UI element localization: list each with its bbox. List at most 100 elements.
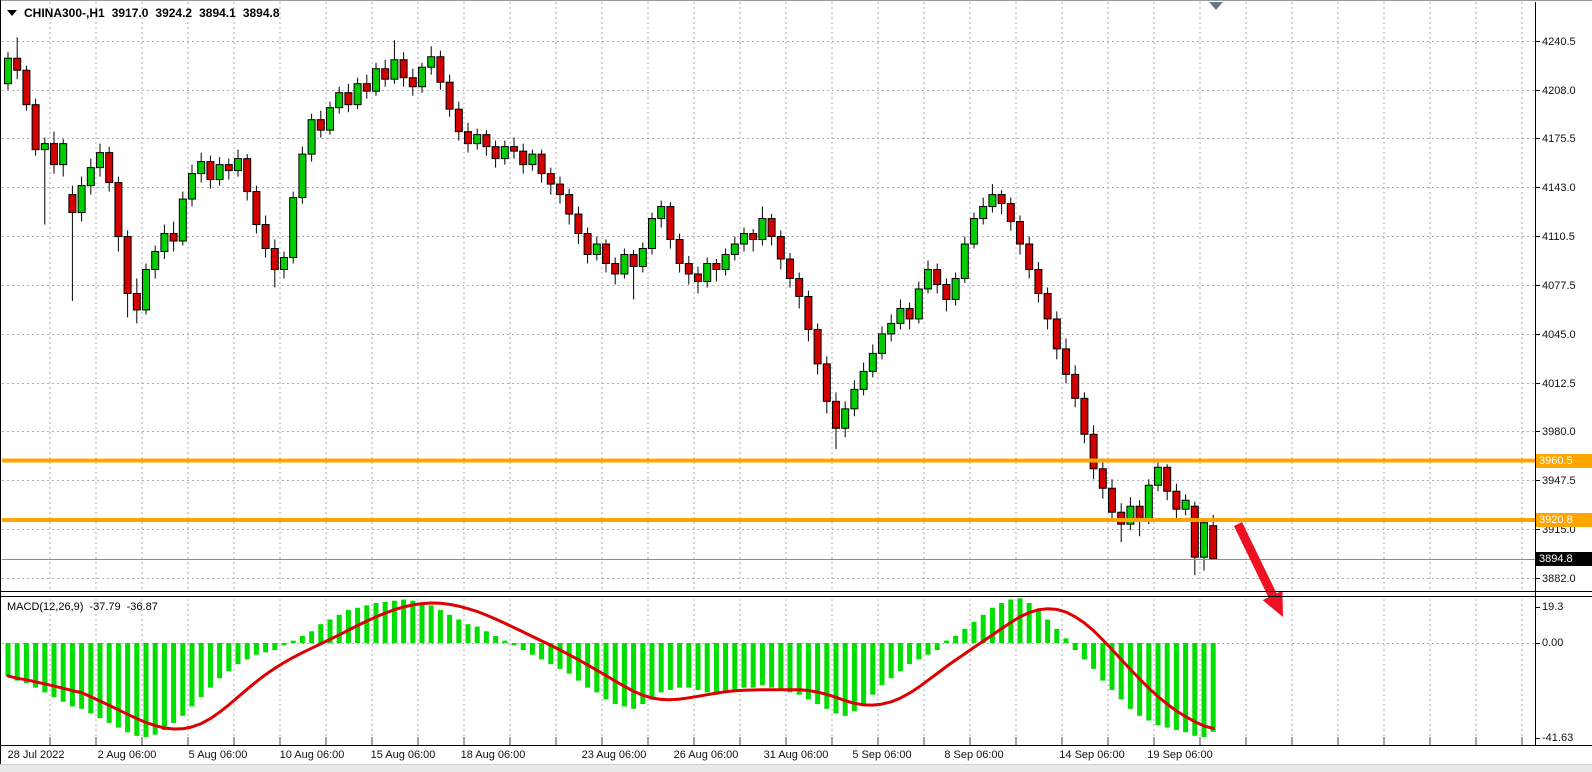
candle-body: [354, 84, 361, 105]
time-axis-label: 15 Aug 06:00: [371, 749, 436, 762]
candle-body: [1191, 506, 1198, 557]
chart-canvas[interactable]: [0, 0, 1592, 772]
candle-body: [915, 289, 922, 319]
macd-histogram-bar: [484, 631, 489, 643]
macd-label: MACD(12,26,9): [7, 601, 83, 613]
candle-body: [446, 82, 453, 109]
candle-body: [161, 234, 168, 252]
macd-histogram-bar: [705, 643, 710, 692]
macd-histogram-bar: [604, 643, 609, 699]
macd-histogram-bar: [217, 643, 222, 678]
candle-body: [225, 165, 232, 171]
macd-histogram-bar: [1018, 598, 1023, 643]
candle-body: [842, 409, 849, 428]
macd-histogram-bar: [392, 601, 397, 643]
candle-body: [428, 57, 435, 67]
macd-histogram-bar: [1146, 643, 1151, 721]
candle-body: [658, 207, 665, 219]
candle-body: [69, 195, 76, 213]
macd-histogram-bar: [788, 643, 793, 692]
candle-body: [768, 219, 775, 237]
candle-body: [41, 144, 48, 150]
time-axis-label: 18 Aug 06:00: [461, 749, 526, 762]
candle-body: [483, 135, 490, 147]
candle-body: [1072, 374, 1079, 398]
macd-histogram-bar: [199, 643, 204, 697]
macd-histogram-bar: [815, 643, 820, 704]
macd-histogram-bar: [236, 643, 241, 664]
macd-histogram-bar: [70, 643, 75, 706]
macd-histogram-bar: [1211, 643, 1216, 732]
candle-body: [538, 154, 545, 173]
macd-histogram-bar: [410, 601, 415, 643]
candle-body: [1155, 467, 1162, 485]
candle-body: [879, 334, 886, 353]
candle-body: [805, 296, 812, 329]
candle-body: [823, 364, 830, 401]
candle-body: [557, 184, 564, 194]
candle-body: [593, 244, 600, 254]
candle-body: [308, 120, 315, 154]
macd-axis-label: -41.63: [1542, 732, 1573, 745]
macd-histogram-bar: [466, 624, 471, 643]
macd-value-main: -37.79: [89, 601, 120, 613]
macd-histogram-bar: [1174, 643, 1179, 730]
candle-body: [133, 293, 140, 309]
macd-histogram-bar: [1165, 643, 1170, 728]
candle-body: [1090, 434, 1097, 468]
time-axis-label: 19 Sep 06:00: [1147, 749, 1212, 762]
macd-histogram-bar: [567, 643, 572, 674]
candle-body: [934, 269, 941, 284]
candle-body: [943, 284, 950, 299]
macd-histogram-bar: [539, 643, 544, 659]
horizontal-level-line[interactable]: [2, 518, 1535, 522]
candle-body: [170, 234, 177, 241]
candle-body: [575, 214, 582, 233]
macd-histogram-bar: [521, 643, 526, 650]
candle-body: [51, 144, 58, 165]
macd-histogram-bar: [889, 643, 894, 678]
macd-histogram-bar: [98, 643, 103, 718]
candle-body: [419, 67, 426, 86]
candle-body: [777, 237, 784, 259]
macd-histogram-bar: [1091, 643, 1096, 669]
horizontal-level-line[interactable]: [2, 459, 1535, 463]
candle-body: [547, 174, 554, 184]
collapse-triangle-icon[interactable]: [7, 10, 17, 16]
macd-histogram-bar: [751, 643, 756, 688]
candle-body: [695, 274, 702, 281]
candle-body: [97, 153, 104, 168]
candle-body: [106, 153, 113, 183]
candle-body: [1164, 467, 1171, 491]
candle-body: [584, 234, 591, 255]
candle-body: [1044, 293, 1051, 318]
macd-histogram-bar: [935, 643, 940, 650]
candle-body: [23, 70, 30, 104]
macd-histogram-bar: [429, 605, 434, 643]
candle-body: [1109, 488, 1116, 512]
trend-arrow-shaft[interactable]: [1238, 524, 1274, 599]
candle-body: [860, 371, 867, 389]
candle-body: [851, 389, 858, 408]
macd-histogram-bar: [291, 641, 296, 643]
time-axis-label: 5 Aug 06:00: [189, 749, 248, 762]
candle-body: [685, 263, 692, 273]
macd-histogram-bar: [631, 643, 636, 709]
time-axis-label: 5 Sep 06:00: [852, 749, 911, 762]
macd-histogram-bar: [558, 643, 563, 669]
chart-shift-marker-icon[interactable]: [1209, 2, 1223, 10]
price-axis-label: 4012.5: [1542, 378, 1576, 391]
candle-body: [971, 219, 978, 244]
price-axis-label: 4208.0: [1542, 85, 1576, 98]
macd-histogram-bar: [180, 643, 185, 716]
macd-histogram-bar: [1128, 643, 1133, 709]
macd-signal-line: [8, 603, 1213, 729]
time-axis-label: 23 Aug 06:00: [582, 749, 647, 762]
candle-body: [363, 84, 370, 91]
macd-histogram-bar: [530, 643, 535, 655]
candle-body: [713, 263, 720, 269]
candle-body: [189, 174, 196, 199]
candle-body: [1173, 491, 1180, 509]
macd-histogram-bar: [732, 643, 737, 690]
time-axis-label: 26 Aug 06:00: [674, 749, 739, 762]
